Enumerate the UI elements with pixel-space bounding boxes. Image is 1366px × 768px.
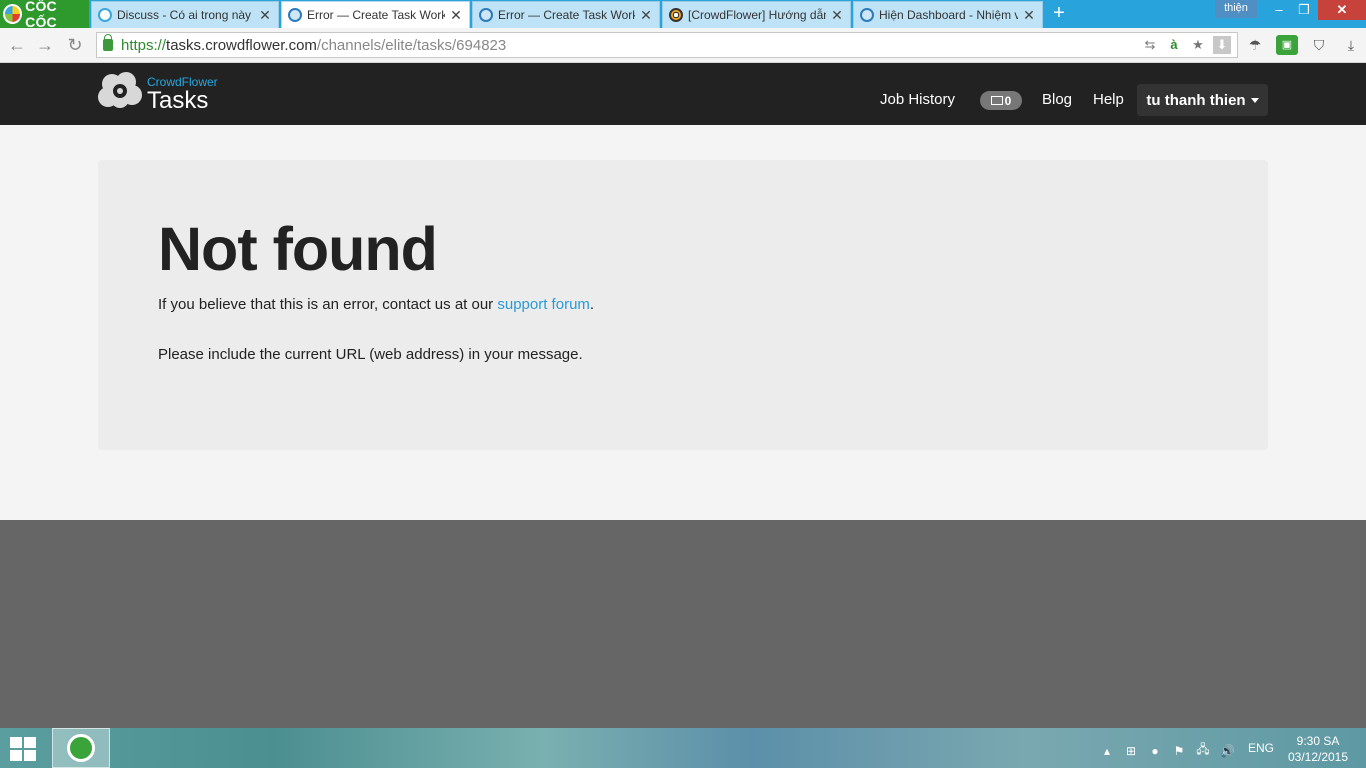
ssl-lock-icon xyxy=(103,34,113,51)
coccoc-logo-icon xyxy=(3,4,23,24)
tab-title: Error — Create Task Work xyxy=(498,8,635,22)
browser-brand-label: CỐC CỐC xyxy=(25,0,57,30)
envelope-icon xyxy=(990,96,1003,105)
tab-title: Error — Create Task Work xyxy=(307,8,445,22)
close-window-icon[interactable]: ✕ xyxy=(1318,0,1366,20)
error-message-prefix: If you believe that this is an error, co… xyxy=(158,296,498,313)
tab-close-icon[interactable]: ✕ xyxy=(1022,7,1036,24)
reload-icon[interactable]: ↻ xyxy=(64,34,86,56)
tab-close-icon[interactable]: ✕ xyxy=(830,7,844,24)
coccoc-app-icon xyxy=(67,734,95,762)
tab-title: [CrowdFlower] Hướng dẫn xyxy=(688,8,826,22)
tray-app-icon[interactable]: ● xyxy=(1148,744,1162,758)
caret-down-icon xyxy=(1250,97,1259,103)
new-tab-plus-icon[interactable]: + xyxy=(1048,3,1070,25)
media-download-icon[interactable]: ⬇ xyxy=(1213,36,1231,54)
browser-tab[interactable]: [CrowdFlower] Hướng dẫn ✕ xyxy=(662,1,851,28)
downloads-icon[interactable]: ⤓ xyxy=(1340,35,1362,55)
extension-umbrella-icon[interactable]: ☂ xyxy=(1244,35,1266,55)
url-path: /channels/elite/tasks/694823 xyxy=(316,36,507,54)
minimize-icon[interactable]: – xyxy=(1266,0,1292,20)
user-name: tu thanh thien xyxy=(1146,91,1246,109)
soccer-favicon-icon xyxy=(669,8,683,22)
messages-badge[interactable]: 0 xyxy=(980,91,1022,110)
skype-favicon-icon xyxy=(98,8,112,22)
support-forum-link[interactable]: support forum xyxy=(497,296,590,313)
browser-tab[interactable]: Hiện Dashboard - Nhiệm v ✕ xyxy=(853,1,1043,28)
input-language[interactable]: ENG xyxy=(1248,741,1274,755)
url-host: tasks.crowdflower.com xyxy=(166,36,317,54)
tab-close-icon[interactable]: ✕ xyxy=(258,7,272,24)
restore-window-icon[interactable]: ❐ xyxy=(1292,0,1316,20)
system-tray: ▴ ⊞ ● ⚑ 🖧 🔊 xyxy=(1100,740,1235,761)
error-title: Not found xyxy=(158,215,438,283)
nav-help[interactable]: Help xyxy=(1093,91,1124,108)
crowdflower-favicon-icon xyxy=(479,8,493,22)
address-bar[interactable]: https:// tasks.crowdflower.com /channels… xyxy=(96,32,1238,58)
logo-product-text[interactable]: Tasks xyxy=(147,87,208,115)
vietnamese-input-icon[interactable]: à xyxy=(1165,36,1183,54)
windows-start-icon[interactable] xyxy=(10,737,38,761)
extension-green-icon[interactable]: ▣ xyxy=(1276,35,1298,55)
browser-toolbar: ← → ↻ https:// tasks.crowdflower.com /ch… xyxy=(0,28,1366,63)
tray-expand-icon[interactable]: ▴ xyxy=(1100,744,1114,758)
clock-date: 03/12/2015 xyxy=(1287,750,1349,764)
tab-close-icon[interactable]: ✕ xyxy=(639,7,653,24)
browser-tab[interactable]: Error — Create Task Work ✕ xyxy=(472,1,660,28)
tray-windows-icon[interactable]: ⊞ xyxy=(1124,744,1138,758)
crowdflower-favicon-icon xyxy=(860,8,874,22)
network-icon[interactable]: 🖧 xyxy=(1196,740,1210,761)
user-menu-button[interactable]: tu thanh thien xyxy=(1137,84,1268,116)
taskbar-coccoc-button[interactable] xyxy=(52,728,110,768)
adblock-shield-icon[interactable]: ⛉ xyxy=(1308,35,1330,55)
action-center-flag-icon[interactable]: ⚑ xyxy=(1172,744,1186,758)
nav-blog[interactable]: Blog xyxy=(1042,91,1072,108)
tab-close-icon[interactable]: ✕ xyxy=(449,7,463,24)
windows-taskbar: ▴ ⊞ ● ⚑ 🖧 🔊 ENG 9:30 SA 03/12/2015 xyxy=(0,728,1366,768)
forward-arrow-icon[interactable]: → xyxy=(34,34,56,56)
site-navbar: CrowdFlower Tasks Job History 0 Blog Hel… xyxy=(0,63,1366,125)
translate-icon[interactable]: ⇆ xyxy=(1141,36,1159,54)
url-scheme: https:// xyxy=(121,36,167,54)
system-clock[interactable]: 9:30 SA 03/12/2015 xyxy=(1286,733,1350,765)
nav-job-history[interactable]: Job History xyxy=(880,91,955,108)
crowdflower-favicon-icon xyxy=(288,8,302,22)
volume-icon[interactable]: 🔊 xyxy=(1220,744,1235,758)
browser-menu-button[interactable]: CỐC CỐC xyxy=(0,0,89,30)
crowdflower-logo-icon[interactable] xyxy=(98,71,144,109)
error-instructions: Please include the current URL (web addr… xyxy=(158,346,583,363)
messages-count: 0 xyxy=(1004,93,1012,108)
error-message-suffix: . xyxy=(589,296,595,313)
browser-tab-strip: CỐC CỐC Discuss - Có ai trong này l ✕ Er… xyxy=(0,0,1366,30)
profile-name-button[interactable]: thiện xyxy=(1215,0,1257,18)
browser-tab[interactable]: Discuss - Có ai trong này l ✕ xyxy=(91,1,279,28)
tab-title: Discuss - Có ai trong này l xyxy=(117,8,254,22)
error-message: If you believe that this is an error, co… xyxy=(158,296,594,313)
back-arrow-icon[interactable]: ← xyxy=(6,34,28,56)
tab-title: Hiện Dashboard - Nhiệm v xyxy=(879,8,1018,22)
browser-tab-active[interactable]: Error — Create Task Work ✕ xyxy=(281,1,470,28)
clock-time: 9:30 SA xyxy=(1296,734,1340,748)
bookmark-star-icon[interactable]: ★ xyxy=(1189,36,1207,54)
